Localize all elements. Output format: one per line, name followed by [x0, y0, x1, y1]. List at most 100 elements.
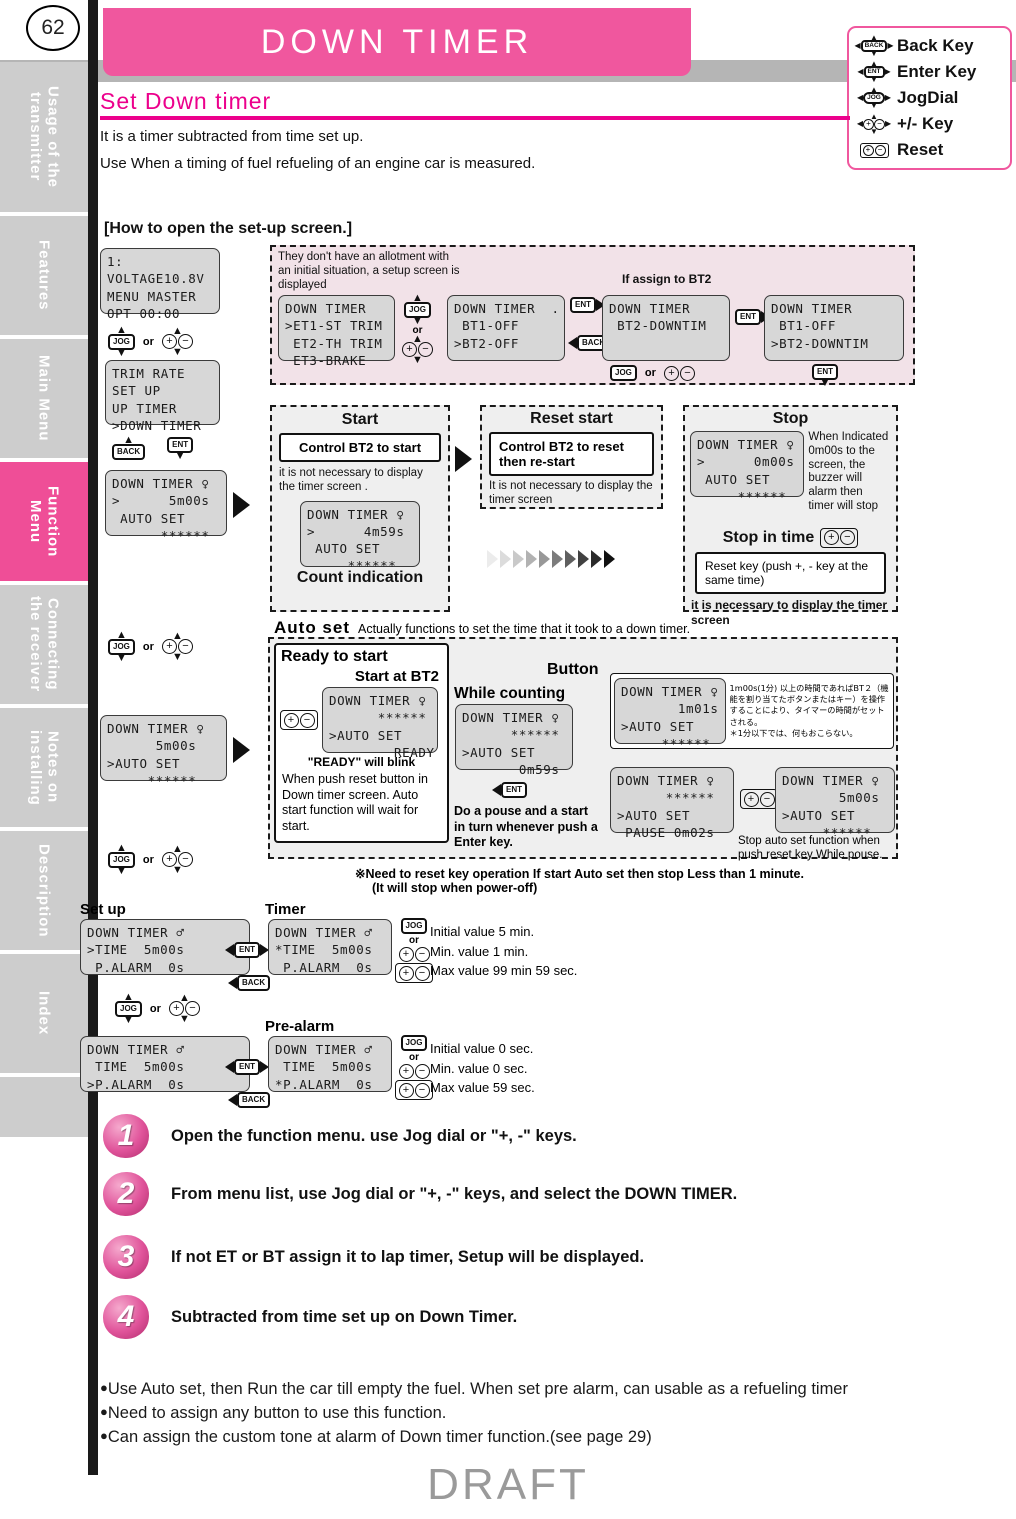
reset-instruction-box: Control BT2 to reset then re-start	[489, 432, 654, 476]
lcd-timer-edit: DOWN TIMER ♂ *TIME 5m00s P.ALARM 0s	[268, 919, 392, 975]
lcd-count-indication: DOWN TIMER ♀ > 4m59s AUTO SET ******	[300, 500, 420, 573]
step-4-text: Subtracted from time set up on Down Time…	[171, 1307, 518, 1326]
bullet-dot-icon: ●	[100, 1427, 108, 1443]
jogdial-icon[interactable]: ▲ JOG ▼	[108, 325, 135, 358]
ready-heading: Ready to start	[281, 648, 388, 665]
lcd-autoset-5m: DOWN TIMER ♀ 5m00s >AUTO SET ******	[100, 715, 227, 788]
plus-minus-key-icon[interactable]: + −	[398, 947, 430, 962]
lcd-ready-screen: DOWN TIMER ♀ ****** >AUTO SET READY	[322, 687, 438, 760]
plus-minus-key-icon[interactable]: ▲ + − ▼	[168, 992, 200, 1025]
plus-minus-key-icon[interactable]: + −	[398, 1064, 430, 1079]
timer-keys: JOG or + − + −	[395, 918, 433, 983]
or-label-6: or	[409, 935, 419, 946]
bullet-3-row: ●Can assign the custom tone at alarm of …	[100, 1426, 1000, 1450]
step-1: 1 Open the function menu. use Jog dial o…	[103, 1114, 577, 1158]
lcd-stop-screen: DOWN TIMER ♀ > 0m00s AUTO SET ******	[690, 431, 805, 504]
plus-minus-key-icon[interactable]: ▲ + − ▼	[402, 333, 433, 366]
sidebar-label-description: Description	[35, 843, 53, 938]
sidebar-item-usage[interactable]: Usage of the transmitter	[0, 62, 88, 212]
jogdial-icon[interactable]: ▲ JOG ▼	[108, 630, 135, 663]
jogdial-icon[interactable]: JOG	[400, 918, 428, 934]
back-key-icon[interactable]: ▲ BACK	[112, 435, 146, 460]
sidebar-label-features: Features	[35, 240, 53, 311]
sidebar-item-index[interactable]: Index	[0, 954, 88, 1073]
lcd-assign-et: DOWN TIMER >ET1-ST TRIM ET2-TH TRIM ET3-…	[278, 295, 395, 368]
lcd-home-screen: 1: VOLTAGE10.8V MENU MASTER OPT 00:00	[100, 248, 220, 321]
howto-heading: [How to open the set-up screen.]	[104, 220, 353, 237]
reset-key-icon[interactable]: + −	[280, 710, 318, 730]
sidebar-item-connecting-receiver[interactable]: Connecting the receiver	[0, 585, 88, 704]
bt-list-enter[interactable]: ENT ▼	[812, 364, 838, 388]
setup-enter-1[interactable]: ENT	[225, 942, 269, 958]
autoset-title: Auto set	[274, 618, 350, 637]
key-legend-row-jog: ▲ ◀ JOG ▶ ▼ JogDial	[855, 85, 1004, 111]
setup-jog-or-pm: ▲ JOG ▼ or ▲ + − ▼	[115, 992, 200, 1025]
setup-enter-2[interactable]: ENT	[225, 1059, 269, 1075]
bullet-dot-icon: ●	[100, 1380, 108, 1395]
setup-back-2[interactable]: BACK	[228, 1092, 271, 1108]
timer-label: Timer	[265, 901, 306, 918]
lcd-downtimer-main: DOWN TIMER ♀ > 5m00s AUTO SET ******	[105, 470, 227, 543]
assign-enter-arrow[interactable]: ENT	[570, 297, 605, 313]
prealarm-value-2: Min. value 0 sec.	[430, 1060, 528, 1076]
counting-enter-arrow[interactable]: ENT	[492, 782, 527, 798]
bullet-3-text: Can assign the custom tone at alarm of D…	[107, 1427, 652, 1446]
stop-reset-key-box: Reset key (push +, - key at the same tim…	[695, 551, 886, 594]
jogdial-icon[interactable]: ▲ JOG ▼	[108, 843, 135, 876]
plus-minus-key-icon[interactable]: + −	[663, 365, 695, 381]
lcd-bt2-downtim: DOWN TIMER BT2-DOWNTIM	[602, 295, 730, 361]
enter-key-icon[interactable]: ENT ▼	[167, 437, 194, 461]
sidebar-item-description[interactable]: Description	[0, 831, 88, 950]
plus-minus-key-icon[interactable]: ▲ + − ▼	[161, 325, 193, 358]
start-panel: Start Control BT2 to start it is not nec…	[270, 405, 450, 612]
or-label-1: or	[142, 335, 154, 348]
sidebar-tabs: Usage of the transmitter Features Main M…	[0, 62, 88, 1141]
sidebar-label-usage: Usage of the transmitter	[27, 85, 62, 188]
reset-key-icon[interactable]: + −	[820, 527, 859, 548]
sidebar-label-notes-installing: Notes on installing	[27, 729, 62, 806]
autoset-1m01-box: DOWN TIMER ♀ 1m01s >AUTO SET ****** 1m00…	[610, 673, 894, 751]
lcd-bt-list-downtim: DOWN TIMER BT1-OFF >BT2-DOWNTIM	[764, 295, 904, 361]
start-at-bt2-label: Start at BT2	[354, 668, 439, 685]
jog-or-plusminus-3: ▲ JOG ▼ or ▲ + − ▼	[108, 843, 193, 876]
sidebar-item-function-menu[interactable]: Function Menu	[0, 462, 88, 581]
button-label: Button	[547, 661, 599, 678]
back-key-icon: ▲ ◀ BACK ▶ ▼	[854, 33, 894, 58]
autoset-jp-note: 1m00s(1分) 以上の時間であればBT２（機能を割り当てたボタンまたはキー）…	[729, 683, 889, 738]
title-underline	[100, 116, 850, 120]
key-legend-row-reset: + − Reset	[855, 137, 1004, 163]
sidebar-label-function-menu: Function Menu	[27, 485, 62, 558]
jogdial-icon[interactable]: JOG	[400, 1035, 428, 1051]
intro-line-1: It is a timer subtracted from time set u…	[100, 128, 364, 145]
enter-key-icon: ▲ ◀ ENT ▶ ▼	[857, 59, 891, 84]
reset-key-icon[interactable]: + −	[395, 963, 433, 983]
prealarm-value-3: Max value 59 sec.	[430, 1080, 535, 1095]
plus-minus-key-icon[interactable]: ▲ + − ▼	[161, 630, 193, 663]
reset-note: It is not necessary to display the timer…	[489, 480, 653, 506]
plus-minus-key-icon[interactable]: ▲ + − ▼	[161, 843, 193, 876]
lcd-while-counting: DOWN TIMER ♀ ****** >AUTO SET 0m59s	[455, 704, 573, 777]
step-3: 3 If not ET or BT assign it to lap timer…	[103, 1235, 644, 1279]
jog-or-plusminus-2: ▲ JOG ▼ or ▲ + − ▼	[108, 630, 193, 663]
flow-arrow-right-2	[233, 737, 250, 763]
timer-value-1: Initial value 5 min.	[430, 924, 535, 939]
jogdial-icon[interactable]: JOG	[610, 365, 637, 381]
bullet-2-text: Need to assign any button to use this fu…	[107, 1403, 447, 1422]
setup-label: Set up	[80, 901, 126, 918]
reset-key-icon[interactable]: + −	[740, 789, 778, 809]
jogdial-icon[interactable]: ▲ JOG ▼	[404, 293, 431, 326]
page-banner: DOWN TIMER	[103, 8, 691, 76]
sidebar-item-main-menu[interactable]: Main Menu	[0, 339, 88, 458]
jogdial-icon[interactable]: ▲ JOG ▼	[115, 992, 142, 1025]
flow-arrow-start-to-reset	[455, 446, 472, 472]
step-1-text: Open the function menu. use Jog dial or …	[171, 1126, 577, 1145]
or-label-5: or	[644, 367, 656, 379]
setup-back-1[interactable]: BACK	[228, 975, 271, 991]
reset-key-icon[interactable]: + −	[395, 1080, 433, 1100]
autoset-group: Ready to start Start at BT2 + − DOWN TIME…	[268, 637, 898, 861]
sidebar-item-notes-installing[interactable]: Notes on installing	[0, 708, 88, 827]
sidebar-item-features[interactable]: Features	[0, 216, 88, 335]
prealarm-label: Pre-alarm	[265, 1018, 335, 1035]
step-2-number: 2	[103, 1172, 149, 1216]
step-3-number: 3	[103, 1235, 149, 1279]
